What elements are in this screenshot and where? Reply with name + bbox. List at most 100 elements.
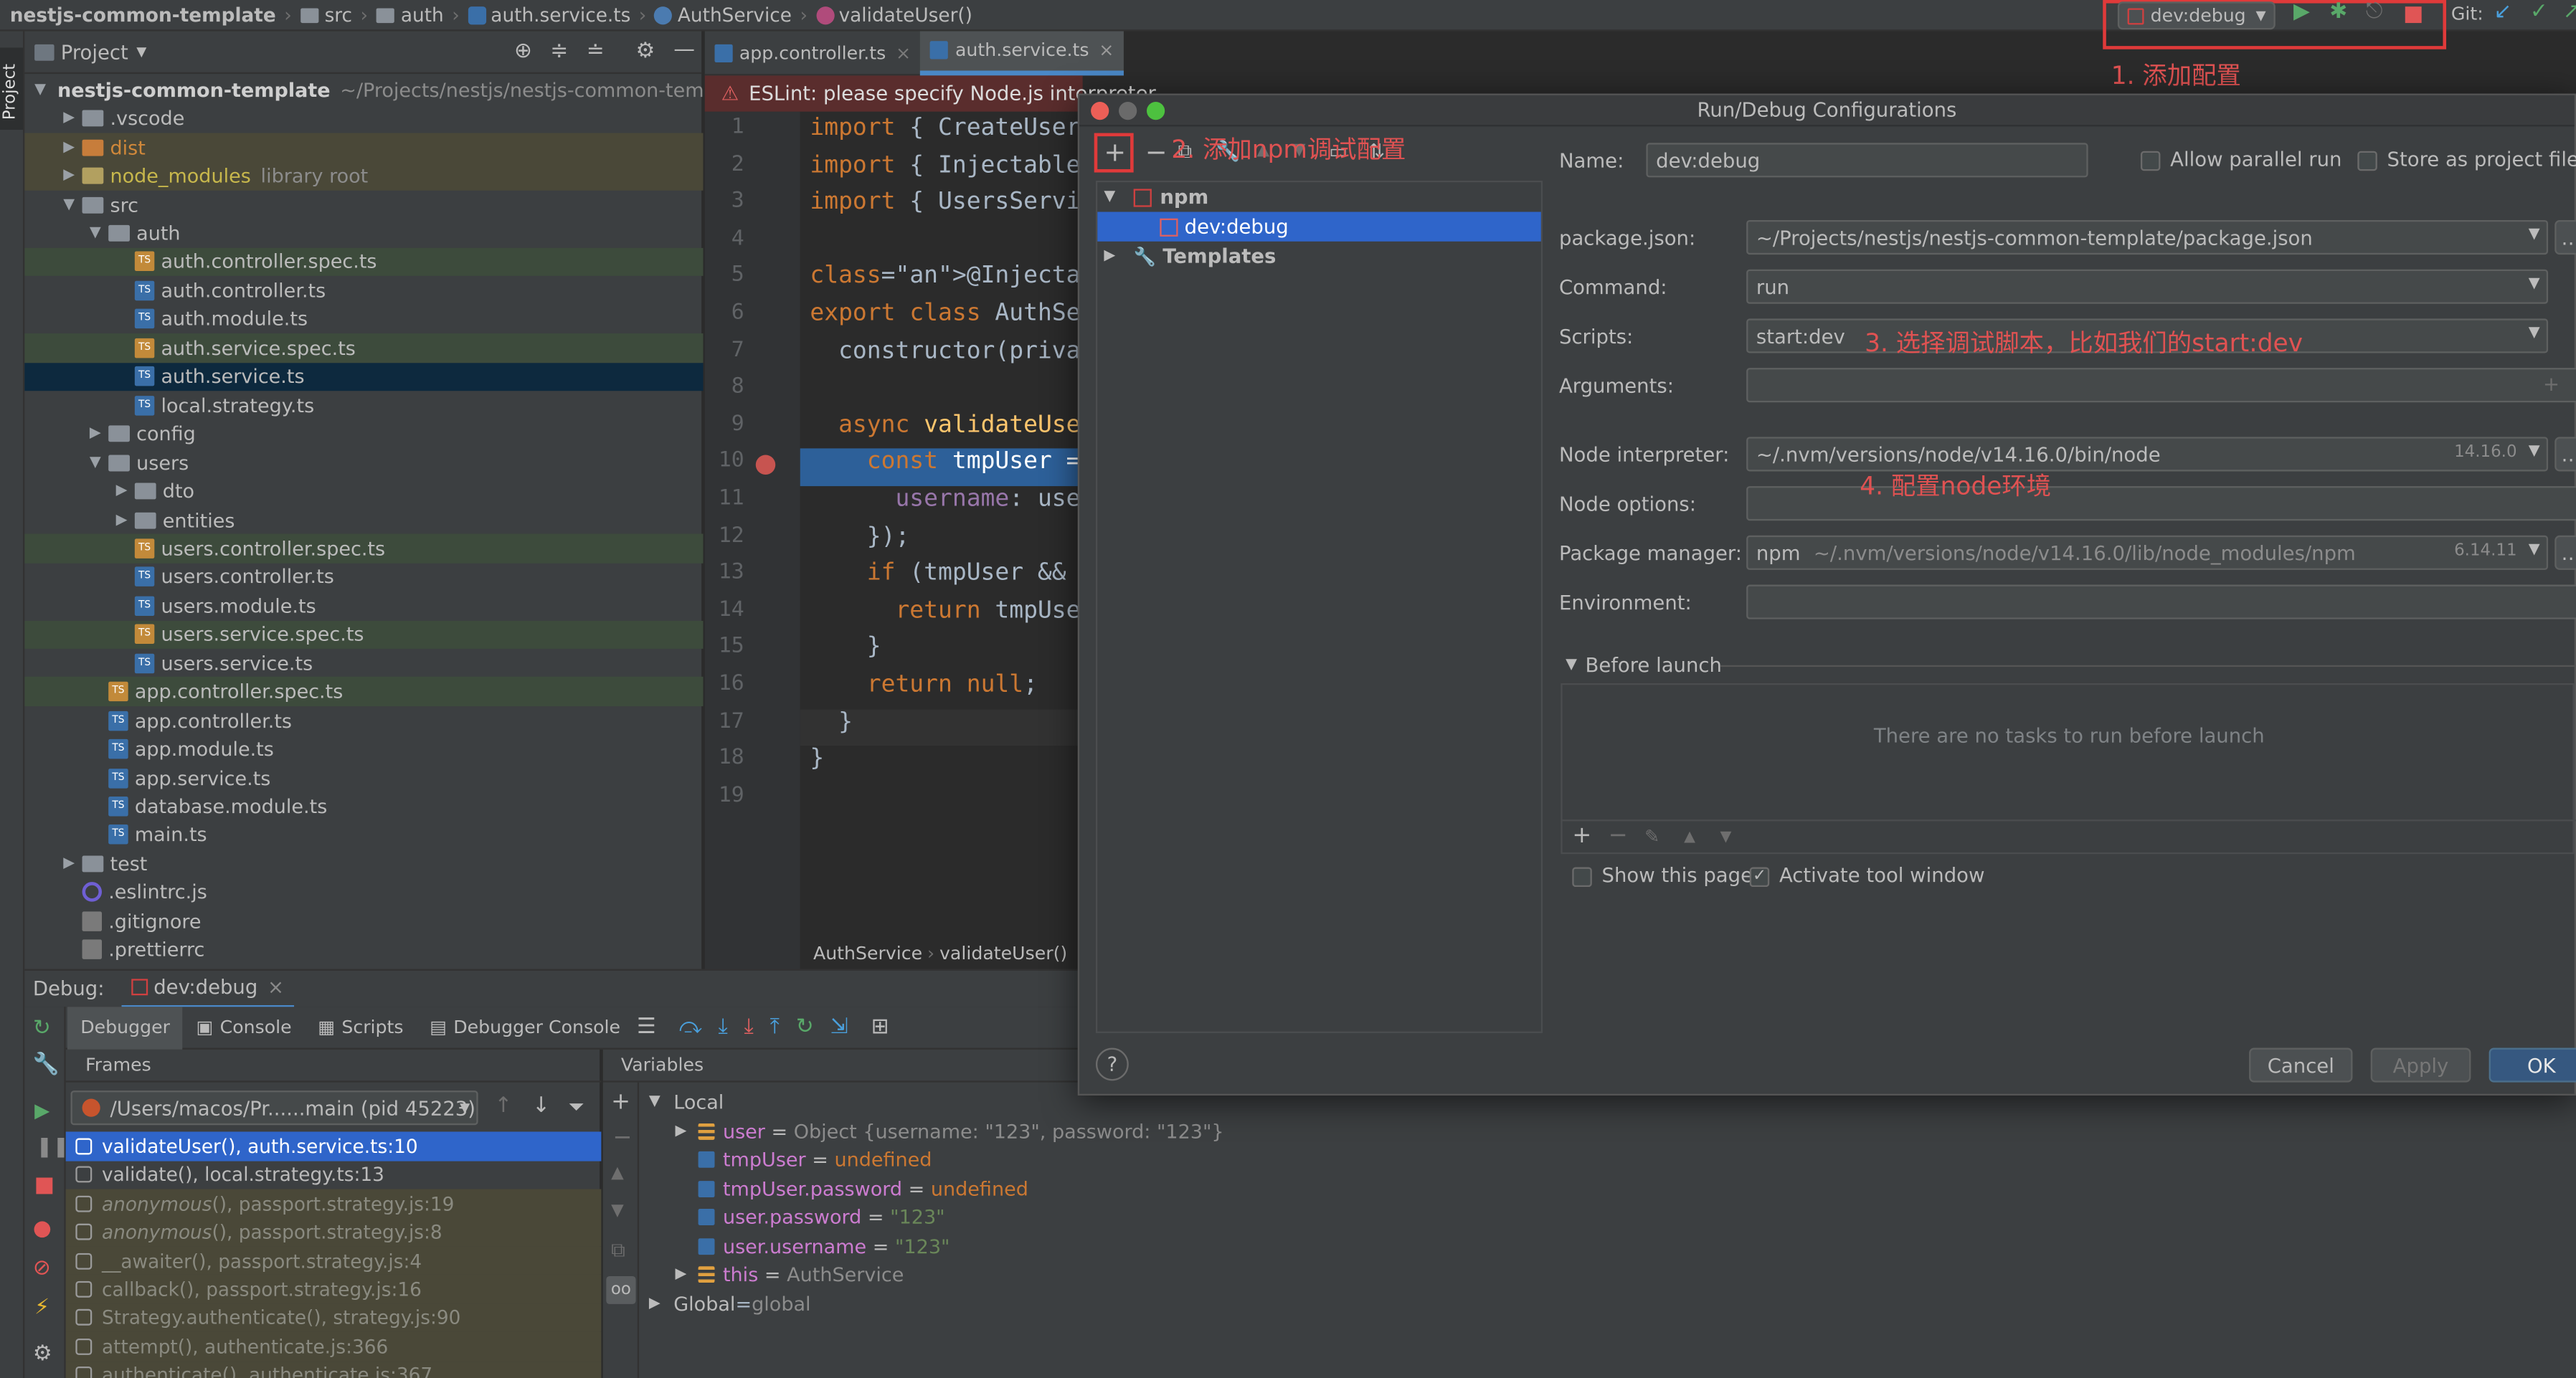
stack-frame[interactable]: anonymous (), passport.strategy.js:8	[65, 1217, 602, 1247]
debug-icon[interactable]: ✱	[2329, 0, 2347, 24]
locate-icon[interactable]: ⊕	[514, 39, 532, 64]
stop-icon[interactable]	[36, 1177, 53, 1194]
chevron-right-icon[interactable]: ▶	[87, 426, 103, 442]
code-editor[interactable]: import { CreateUser import { Injectable im…	[800, 111, 1088, 950]
tree-folder[interactable]: ▶ test	[24, 850, 703, 878]
stack-frame[interactable]: attempt(), authenticate.js:366	[65, 1332, 602, 1362]
project-view-selector[interactable]: Project	[61, 40, 128, 63]
remove-configuration-button[interactable]: −	[1145, 136, 1168, 168]
stack-frame[interactable]: Strategy.authenticate(), strategy.js:90	[65, 1303, 602, 1333]
chevron-right-icon[interactable]: ▶	[676, 1123, 699, 1139]
move-down-icon[interactable]: ▼	[611, 1202, 624, 1220]
checkbox[interactable]	[2357, 150, 2377, 171]
tree-file[interactable]: TS auth.service.ts	[24, 362, 704, 391]
gear-icon[interactable]: ⚙	[33, 1342, 52, 1367]
rerun-icon[interactable]: ↻	[33, 1017, 51, 1041]
collapse-all-icon[interactable]: ≐	[587, 39, 605, 64]
breadcrumb-class[interactable]: AuthService	[651, 0, 795, 30]
variable-row[interactable]: ▶ this = AuthService	[676, 1260, 904, 1289]
git-push-icon[interactable]: ↗	[2563, 0, 2576, 24]
filter-icon[interactable]: ⏷	[569, 1096, 584, 1120]
chevron-down-icon[interactable]: ▼	[136, 44, 146, 60]
move-down-icon[interactable]: ▼	[1720, 830, 1731, 846]
before-launch-section[interactable]: ▼ Before launch	[1566, 654, 1722, 677]
chevron-right-icon[interactable]: ▶	[61, 855, 77, 872]
command-select[interactable]: run ▼	[1746, 269, 2549, 304]
stack-frame[interactable]: validate(), local.strategy.ts:13	[66, 1160, 602, 1189]
git-commit-icon[interactable]: ✓	[2530, 0, 2548, 24]
apply-button[interactable]: Apply	[2370, 1047, 2471, 1083]
step-into-icon[interactable]: ⤓	[718, 1015, 727, 1040]
git-update-icon[interactable]: ↙	[2494, 0, 2511, 24]
node-interpreter-select[interactable]: ~/.nvm/versions/node/v14.16.0/bin/node 1…	[1746, 437, 2549, 472]
breadcrumb-auth[interactable]: auth	[373, 0, 447, 30]
chevron-right-icon[interactable]: ▶	[676, 1266, 699, 1283]
tab-scripts[interactable]: ▦ Scripts	[305, 1006, 417, 1049]
tree-file[interactable]: TS users.controller.ts	[24, 563, 703, 591]
browse-button[interactable]: …	[2554, 219, 2576, 255]
mute-breakpoints-icon[interactable]: ⊘	[33, 1256, 51, 1280]
chevron-right-icon[interactable]: ▶	[649, 1296, 668, 1312]
tree-file[interactable]: TS database.module.ts	[24, 792, 703, 821]
checkbox[interactable]	[1572, 866, 1592, 886]
variable-row[interactable]: user.password = "123"	[676, 1203, 945, 1232]
tab-auth-service[interactable]: auth.service.ts ×	[920, 30, 1124, 75]
package-json-input[interactable]: ~/Projects/nestjs/nestjs-common-template…	[1746, 219, 2549, 255]
breakpoint-icon[interactable]	[755, 455, 776, 475]
checkbox-checked[interactable]: ✓	[1749, 866, 1770, 886]
tab-debugger[interactable]: Debugger	[67, 1006, 184, 1049]
tree-folder[interactable]: ▼ users	[24, 448, 703, 477]
arrow-up-icon[interactable]: ↑	[495, 1094, 513, 1118]
variable-row[interactable]: user.username = "123"	[676, 1232, 950, 1260]
attach-debugger-icon[interactable]: ⎋	[2366, 0, 2383, 24]
chevron-right-icon[interactable]: ▶	[61, 168, 77, 184]
name-input[interactable]: dev:debug	[1646, 143, 2088, 178]
gear-icon[interactable]: ⚙	[636, 39, 655, 64]
stack-frame[interactable]: callback(), passport.strategy.js:16	[65, 1275, 602, 1304]
browse-button[interactable]: …	[2554, 437, 2576, 472]
breadcrumb-project[interactable]: nestjs-common-template	[0, 0, 279, 30]
scope-global[interactable]: ▶ Global = global	[649, 1289, 811, 1318]
tree-file[interactable]: .gitignore	[24, 907, 703, 936]
tree-file[interactable]: TS app.service.ts	[24, 764, 703, 792]
tree-file[interactable]: TS main.ts	[24, 821, 703, 850]
expand-all-icon[interactable]: ≑	[550, 39, 568, 64]
force-step-into-icon[interactable]: ⤓	[744, 1015, 754, 1040]
tree-npm[interactable]: ▼ npm	[1097, 182, 1541, 212]
chevron-down-icon[interactable]: ▼	[61, 196, 77, 213]
breadcrumb-method[interactable]: validateUser()	[813, 0, 976, 30]
chevron-down-icon[interactable]: ▼	[1104, 189, 1123, 205]
chevron-right-icon[interactable]: ▶	[1104, 248, 1123, 265]
help-button[interactable]: ?	[1095, 1047, 1129, 1081]
tree-file[interactable]: TS app.controller.ts	[24, 706, 703, 735]
add-watch-icon[interactable]: +	[611, 1089, 630, 1116]
chevron-down-icon[interactable]: ▼	[34, 82, 46, 98]
activate-tool-checkbox[interactable]: ✓ Activate tool window	[1749, 864, 1984, 887]
chevron-right-icon[interactable]: ▶	[113, 512, 130, 528]
run-to-cursor-icon[interactable]: ⇲	[830, 1015, 848, 1040]
tree-folder[interactable]: ▶ dist	[24, 133, 704, 162]
tree-file[interactable]: TS auth.module.ts	[24, 305, 703, 333]
tree-file[interactable]: TS auth.controller.ts	[24, 276, 703, 305]
stack-frame[interactable]: validateUser(), auth.service.ts:10	[65, 1131, 602, 1161]
menu-icon[interactable]: ☰	[637, 1015, 656, 1040]
run-icon[interactable]: ▶	[2293, 0, 2310, 24]
editor-crumb-method[interactable]: validateUser()	[939, 942, 1067, 964]
remove-watch-icon[interactable]: −	[612, 1125, 632, 1151]
tree-file[interactable]: TS users.module.ts	[24, 591, 703, 620]
eslint-warning-banner[interactable]: ⚠ ESLint: please specify Node.js interpr…	[704, 75, 1156, 112]
checkbox[interactable]	[2140, 150, 2161, 171]
chevron-down-icon[interactable]: ▼	[649, 1093, 668, 1110]
chevron-right-icon[interactable]: ▶	[61, 139, 77, 156]
glasses-icon[interactable]: oo	[606, 1275, 636, 1304]
close-icon[interactable]: ×	[267, 976, 284, 999]
project-tool-button[interactable]: Project	[0, 47, 24, 130]
breadcrumb-src[interactable]: src	[297, 0, 356, 30]
arguments-input[interactable]: +	[1746, 368, 2576, 403]
tab-app-controller[interactable]: app.controller.ts ×	[705, 30, 921, 75]
add-task-button[interactable]: +	[1572, 823, 1591, 850]
restart-frame-icon[interactable]: ↻	[796, 1015, 814, 1040]
editor-gutter[interactable]: 1 2 3 4 5 6 7 8 9 10 11 12 13 14 15 16 17 18 19	[704, 111, 800, 969]
move-up-icon[interactable]: ▲	[611, 1164, 624, 1182]
allow-parallel-checkbox[interactable]: Allow parallel run	[2140, 148, 2341, 171]
